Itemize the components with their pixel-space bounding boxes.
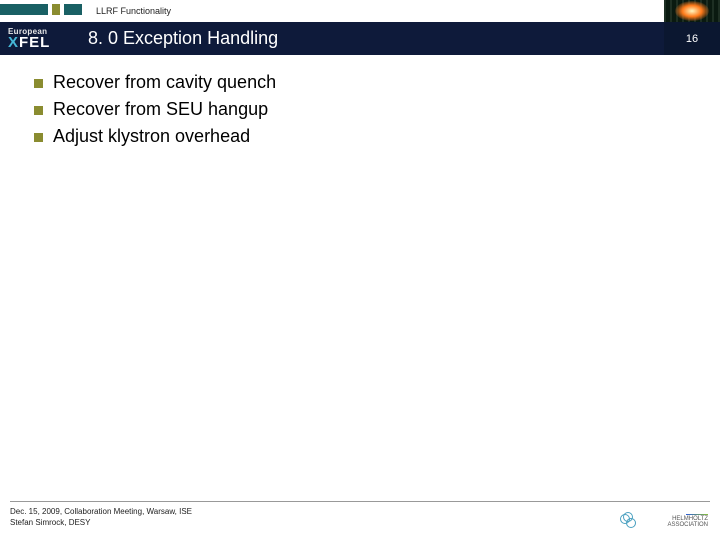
logo-fel: FEL — [19, 34, 50, 51]
content-area: Recover from cavity quench Recover from … — [34, 72, 660, 153]
partner-logo-circles — [620, 512, 638, 530]
breadcrumb: LLRF Functionality — [96, 6, 171, 16]
bullet-icon — [34, 133, 43, 142]
footer-line-1: Dec. 15, 2009, Collaboration Meeting, Wa… — [10, 506, 192, 517]
footer-text: Dec. 15, 2009, Collaboration Meeting, Wa… — [10, 506, 192, 528]
slide-number-box: 16 — [664, 22, 720, 55]
footer-logos: HELMHOLTZ ASSOCIATION — [620, 512, 708, 530]
xfel-logo: European XFEL — [8, 25, 80, 52]
bullet-item: Recover from SEU hangup — [34, 99, 660, 120]
bullet-icon — [34, 79, 43, 88]
bullet-text: Adjust klystron overhead — [53, 126, 250, 147]
partner-logo-helmholtz: HELMHOLTZ ASSOCIATION — [668, 514, 708, 528]
slide: LLRF Functionality European XFEL 8. 0 Ex… — [0, 0, 720, 540]
title-bar: European XFEL 8. 0 Exception Handling — [0, 22, 720, 55]
breadcrumb-row: LLRF Functionality — [0, 0, 720, 22]
crumb-accent-2 — [52, 4, 60, 15]
bullet-text: Recover from SEU hangup — [53, 99, 268, 120]
bullet-icon — [34, 106, 43, 115]
slide-number: 16 — [686, 33, 698, 45]
bullet-item: Recover from cavity quench — [34, 72, 660, 93]
crumb-accent-3 — [64, 4, 82, 15]
footer-divider — [10, 501, 710, 502]
logo-x: X — [8, 34, 19, 51]
crumb-accent-1 — [0, 4, 48, 15]
bullet-text: Recover from cavity quench — [53, 72, 276, 93]
footer-line-2: Stefan Simrock, DESY — [10, 517, 192, 528]
page-title: 8. 0 Exception Handling — [88, 28, 278, 49]
thumbnail-glow — [675, 1, 709, 21]
bullet-item: Adjust klystron overhead — [34, 126, 660, 147]
logo-main-text: XFEL — [8, 36, 80, 50]
decorative-thumbnail — [664, 0, 720, 22]
